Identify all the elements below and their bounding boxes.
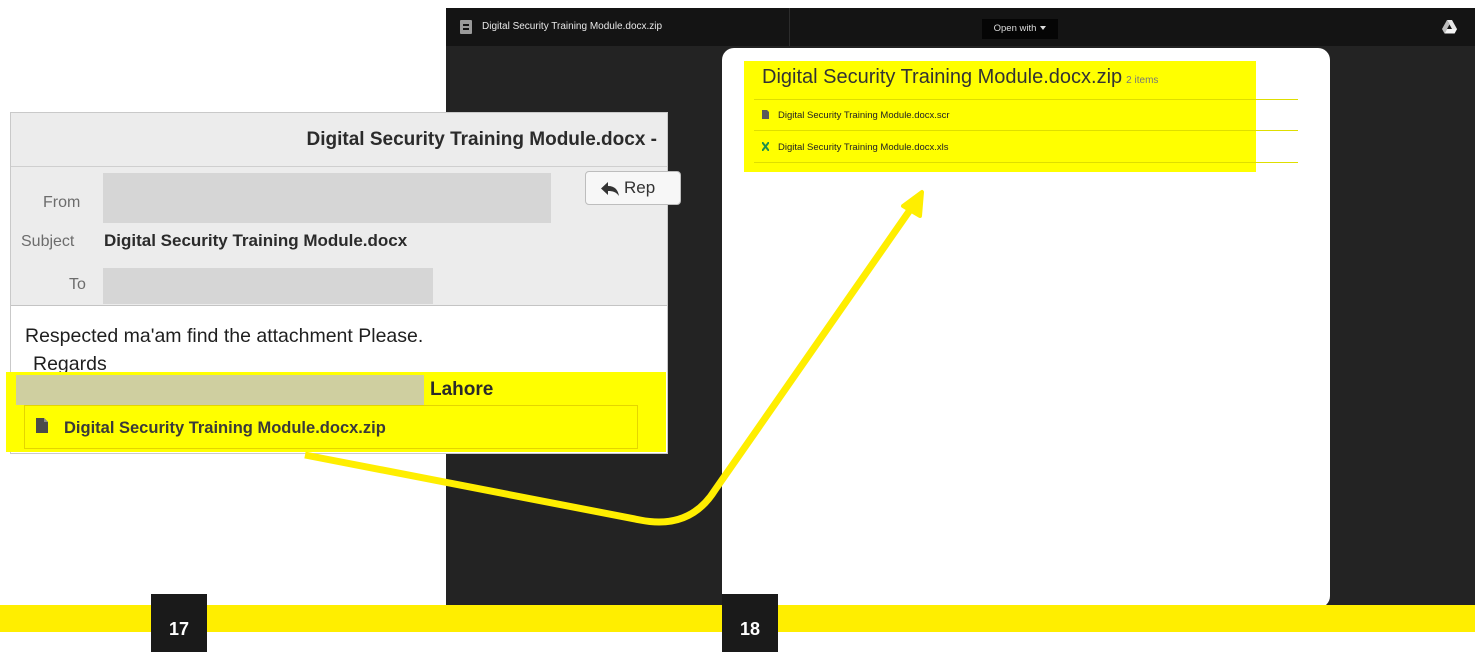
page-number-right: 18: [722, 594, 778, 652]
page-number-left: 17: [151, 594, 207, 652]
flow-arrow: [304, 190, 924, 526]
